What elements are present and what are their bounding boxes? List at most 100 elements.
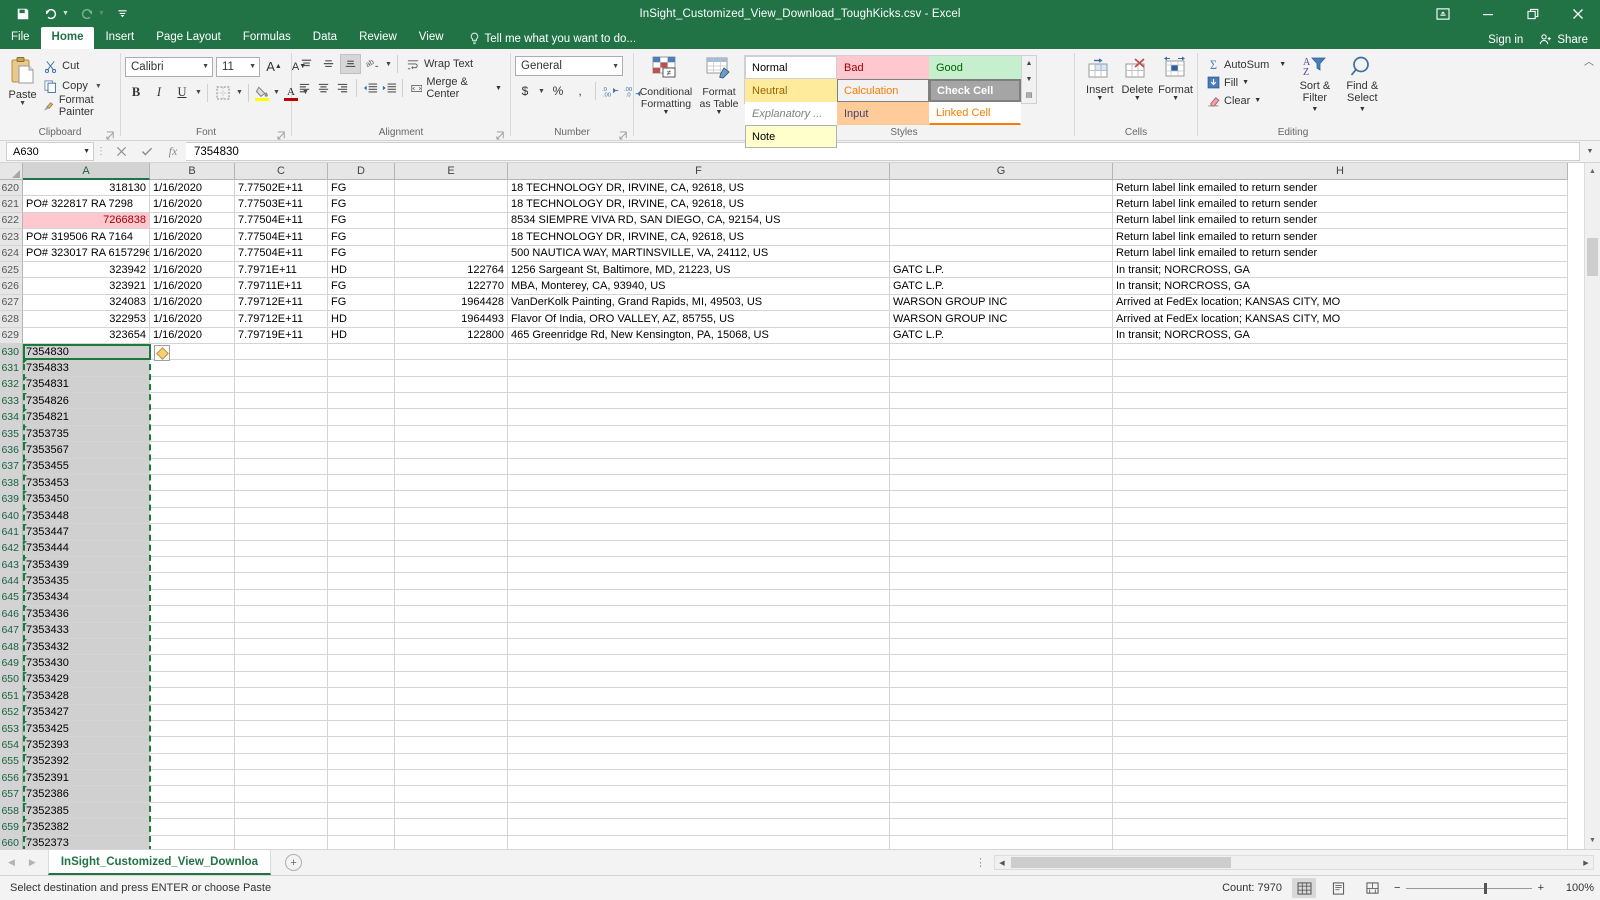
cell-C644[interactable] xyxy=(235,573,328,590)
cell-B620[interactable]: 1/16/2020 xyxy=(150,180,235,197)
cell-C660[interactable] xyxy=(235,835,328,849)
clear-button[interactable]: Clear ▼ xyxy=(1204,92,1289,109)
cell-F655[interactable] xyxy=(508,753,890,771)
row-header-660[interactable]: 660 xyxy=(0,835,23,849)
cell-F648[interactable] xyxy=(508,638,890,656)
cell-C629[interactable]: 7.79719E+11 xyxy=(235,327,328,344)
row-header-629[interactable]: 629 xyxy=(0,327,23,344)
format-as-table-caret[interactable]: ▼ xyxy=(716,109,723,116)
decrease-indent-icon[interactable] xyxy=(361,78,379,98)
cell-B625[interactable]: 1/16/2020 xyxy=(150,261,235,279)
cell-B637[interactable] xyxy=(150,458,235,476)
cell-E643[interactable] xyxy=(395,556,508,574)
borders-icon[interactable] xyxy=(212,82,234,103)
cell-A628[interactable]: 322953 xyxy=(23,311,150,328)
cell-B643[interactable] xyxy=(150,556,235,574)
cell-G657[interactable] xyxy=(890,786,1113,803)
cell-D640[interactable] xyxy=(328,507,395,525)
tab-data[interactable]: Data xyxy=(302,27,348,49)
cell-C656[interactable] xyxy=(235,770,328,787)
cut-button[interactable]: Cut xyxy=(41,57,116,75)
cell-B634[interactable] xyxy=(150,409,235,426)
conditional-formatting-caret[interactable]: ▼ xyxy=(663,109,670,116)
prev-sheet-icon[interactable]: ◀ xyxy=(8,857,15,868)
cell-H645[interactable] xyxy=(1113,589,1568,607)
cell-F660[interactable] xyxy=(508,835,890,849)
row-header-652[interactable]: 652 xyxy=(0,704,23,721)
cell-E653[interactable] xyxy=(395,720,508,738)
cell-C631[interactable] xyxy=(235,360,328,377)
zoom-level[interactable]: 100% xyxy=(1554,882,1594,894)
column-header-F[interactable]: F xyxy=(508,163,890,180)
align-bottom-icon[interactable] xyxy=(340,54,361,74)
cell-A621[interactable]: PO# 322817 RA 7298 xyxy=(23,196,150,213)
cell-B656[interactable] xyxy=(150,770,235,787)
cell-A652[interactable]: 7353427 xyxy=(23,704,150,721)
format-cells-caret[interactable]: ▼ xyxy=(1172,95,1179,102)
tab-formulas[interactable]: Formulas xyxy=(232,27,302,49)
cell-F637[interactable] xyxy=(508,458,890,476)
cell-H654[interactable] xyxy=(1113,737,1568,754)
cell-F652[interactable] xyxy=(508,704,890,721)
cell-F622[interactable]: 8534 SIEMPRE VIVA RD, SAN DIEGO, CA, 921… xyxy=(508,212,890,230)
select-all-corner[interactable] xyxy=(0,163,23,180)
cell-F640[interactable] xyxy=(508,507,890,525)
cell-F643[interactable] xyxy=(508,556,890,574)
cell-E623[interactable] xyxy=(395,229,508,246)
cell-C626[interactable]: 7.79711E+11 xyxy=(235,278,328,295)
cell-C658[interactable] xyxy=(235,802,328,820)
sheet-bar-splitter[interactable]: ⋮ xyxy=(975,856,986,869)
cell-C652[interactable] xyxy=(235,704,328,721)
name-box-caret[interactable]: ▼ xyxy=(83,148,90,155)
sheet-tab[interactable]: InSight_Customized_View_Downloa xyxy=(47,850,272,875)
cell-H632[interactable] xyxy=(1113,376,1568,394)
row-header-646[interactable]: 646 xyxy=(0,606,23,623)
align-right-icon[interactable] xyxy=(334,78,352,98)
cell-B622[interactable]: 1/16/2020 xyxy=(150,212,235,230)
cell-F654[interactable] xyxy=(508,737,890,754)
cell-G636[interactable] xyxy=(890,442,1113,459)
cell-F631[interactable] xyxy=(508,360,890,377)
cell-H659[interactable] xyxy=(1113,819,1568,836)
cell-E657[interactable] xyxy=(395,786,508,803)
cell-B631[interactable] xyxy=(150,360,235,377)
cell-D655[interactable] xyxy=(328,753,395,771)
cell-E636[interactable] xyxy=(395,442,508,459)
column-header-C[interactable]: C xyxy=(235,163,328,180)
zoom-thumb[interactable] xyxy=(1484,882,1487,894)
cell-D652[interactable] xyxy=(328,704,395,721)
cell-A625[interactable]: 323942 xyxy=(23,261,150,279)
styles-scroll-down-icon[interactable]: ▼ xyxy=(1022,72,1036,87)
cell-F649[interactable] xyxy=(508,655,890,672)
find-select-caret[interactable]: ▼ xyxy=(1359,104,1366,116)
cell-D627[interactable]: FG xyxy=(328,294,395,312)
cell-D638[interactable] xyxy=(328,475,395,492)
cell-F627[interactable]: VanDerKolk Painting, Grand Rapids, MI, 4… xyxy=(508,294,890,312)
cell-E621[interactable] xyxy=(395,196,508,213)
vertical-scroll-track[interactable] xyxy=(1585,180,1600,832)
cell-A620[interactable]: 318130 xyxy=(23,180,150,197)
cell-A634[interactable]: 7354821 xyxy=(23,409,150,426)
zoom-slider[interactable]: − + xyxy=(1394,882,1544,894)
cell-H658[interactable] xyxy=(1113,802,1568,820)
cell-C624[interactable]: 7.77504E+11 xyxy=(235,245,328,262)
cell-H660[interactable] xyxy=(1113,835,1568,849)
cell-G628[interactable]: WARSON GROUP INC xyxy=(890,311,1113,328)
cell-H646[interactable] xyxy=(1113,606,1568,623)
horizontal-scroll-thumb[interactable] xyxy=(1011,857,1231,868)
cell-D626[interactable]: FG xyxy=(328,278,395,295)
number-dialog-launcher[interactable] xyxy=(619,131,628,140)
cell-G641[interactable] xyxy=(890,524,1113,541)
cell-A645[interactable]: 7353434 xyxy=(23,589,150,607)
row-header-654[interactable]: 654 xyxy=(0,737,23,754)
cell-D630[interactable] xyxy=(328,343,395,361)
cell-F625[interactable]: 1256 Sargeant St, Baltimore, MD, 21223, … xyxy=(508,261,890,279)
cell-E627[interactable]: 1964428 xyxy=(395,294,508,312)
increase-indent-icon[interactable] xyxy=(380,78,398,98)
cell-C657[interactable] xyxy=(235,786,328,803)
scroll-down-icon[interactable]: ▼ xyxy=(1585,832,1600,849)
autosum-button[interactable]: Σ AutoSum ▼ xyxy=(1204,56,1289,73)
cell-G643[interactable] xyxy=(890,556,1113,574)
delete-cells-caret[interactable]: ▼ xyxy=(1134,95,1141,102)
row-header-659[interactable]: 659 xyxy=(0,819,23,836)
